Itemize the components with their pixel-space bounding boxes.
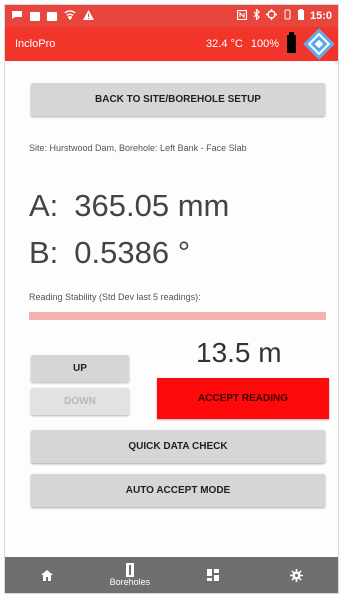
device-battery-icon (287, 32, 296, 53)
nav-settings[interactable] (266, 557, 326, 593)
message-icon (11, 10, 23, 23)
sync-icon (265, 9, 277, 23)
app-title: IncloPro (15, 38, 56, 50)
phone-screen: 15:0 IncloPro 32.4 °C 100% BACK TO SITE/… (4, 4, 339, 594)
clock: 15:0 (309, 10, 332, 22)
reading-a-label: A: (29, 188, 59, 223)
status-bar: 15:0 (5, 5, 338, 27)
depth-readout: 13.5 m (196, 337, 282, 368)
app-bar: IncloPro 32.4 °C 100% (5, 27, 338, 61)
dashboard-icon (207, 569, 220, 581)
down-button[interactable]: DOWN (31, 388, 129, 415)
back-to-setup-button[interactable]: BACK TO SITE/BOREHOLE SETUP (31, 83, 325, 116)
stability-bar (29, 312, 326, 320)
reading-b-value: 0.5386 ° (74, 235, 191, 270)
bottom-nav: Boreholes (5, 557, 338, 593)
reading-a: A: 365.05 mm (29, 188, 229, 224)
nav-home[interactable] (17, 557, 77, 593)
image-icon (47, 11, 57, 21)
site-borehole-info: Site: Hurstwood Dam, Borehole: Left Bank… (29, 143, 247, 153)
app-bar-status: 32.4 °C 100% (206, 28, 335, 60)
notification-icons (11, 9, 94, 23)
nav-boreholes-label: Boreholes (109, 577, 151, 587)
quick-data-check-button[interactable]: QUICK DATA CHECK (31, 430, 325, 463)
accept-reading-button[interactable]: ACCEPT READING (157, 378, 329, 419)
battery-icon (297, 9, 304, 23)
reading-b-label: B: (29, 235, 59, 270)
warning-icon (83, 9, 94, 23)
system-icons: 15:0 (236, 8, 332, 23)
home-icon (40, 569, 53, 581)
app-logo-icon (303, 28, 335, 60)
gear-icon (289, 568, 303, 582)
image-icon (30, 11, 40, 21)
nfc-icon (236, 9, 248, 23)
battery-percent: 100% (250, 38, 279, 50)
temperature-readout: 32.4 °C (206, 38, 243, 50)
reading-a-value: 365.05 mm (74, 188, 230, 223)
vibrate-icon (283, 9, 292, 23)
borehole-icon (125, 563, 135, 577)
stability-label: Reading Stability (Std Dev last 5 readin… (29, 292, 201, 302)
reading-b: B: 0.5386 ° (29, 235, 190, 271)
bluetooth-icon (253, 8, 260, 23)
nav-dashboard[interactable] (183, 557, 243, 593)
auto-accept-mode-button[interactable]: AUTO ACCEPT MODE (31, 474, 325, 507)
up-button[interactable]: UP (31, 355, 129, 382)
wifi-icon (64, 9, 76, 23)
nav-boreholes[interactable]: Boreholes (100, 557, 160, 593)
